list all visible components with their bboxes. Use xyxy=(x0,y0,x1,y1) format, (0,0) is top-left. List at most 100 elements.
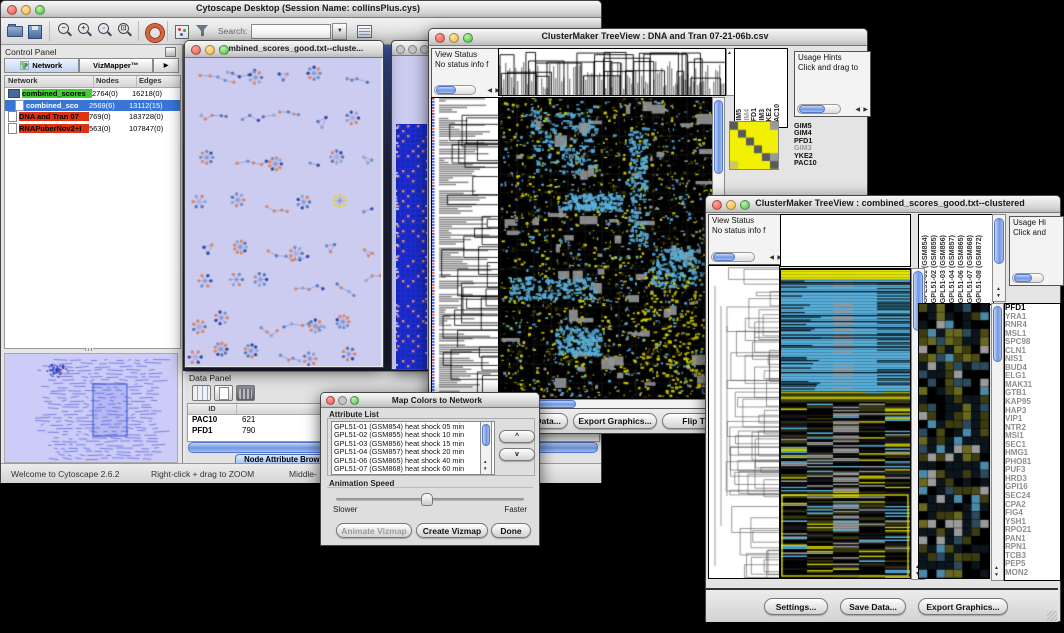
done-button[interactable]: Done xyxy=(491,523,531,538)
toolbar-separator xyxy=(167,21,168,41)
attribute-list-scrollbar[interactable]: ▲ ▼ xyxy=(480,421,492,475)
table-icon[interactable] xyxy=(192,385,211,401)
tv2-hints-scrollbar[interactable] xyxy=(1012,273,1044,283)
background-network-window[interactable] xyxy=(391,40,431,370)
tv2-gene-vscrollbar[interactable]: ▲ ▼ xyxy=(991,303,1004,581)
help-lifering-icon[interactable] xyxy=(144,22,162,40)
minimize-button[interactable] xyxy=(205,45,215,55)
tv1-heatmap-canvas[interactable] xyxy=(499,97,713,399)
col-edges[interactable]: Edges xyxy=(137,76,180,87)
minimize-button[interactable] xyxy=(408,45,417,54)
tv2-column-dendrogram-area[interactable] xyxy=(780,214,911,267)
network-tab-icon xyxy=(20,61,29,70)
zoom-button[interactable] xyxy=(35,5,45,15)
open-session-icon[interactable] xyxy=(6,22,24,40)
tv2-global-heatmap[interactable] xyxy=(780,268,911,579)
tv1-row-dendrogram[interactable] xyxy=(431,97,499,399)
tab-more-icon: ▶ xyxy=(164,62,169,69)
folder-icon xyxy=(8,89,20,98)
scroll-down-icon[interactable]: ▼ xyxy=(996,293,1001,299)
panel-resize-handle[interactable] xyxy=(85,348,93,351)
zoom-selected-icon[interactable]: ▫ xyxy=(95,22,113,40)
close-button[interactable] xyxy=(326,396,335,405)
slider-thumb[interactable] xyxy=(421,493,433,506)
tv2-labels-vscrollbar[interactable]: ▲ ▼ xyxy=(992,214,1006,302)
tab-vizmapper[interactable]: VizMapper™ xyxy=(79,58,154,73)
search-dropdown-arrow[interactable]: ▼ xyxy=(332,23,347,40)
zoom-button[interactable] xyxy=(219,45,229,55)
treeview1-title-bar[interactable]: ClusterMaker TreeView : DNA and Tran 07-… xyxy=(429,29,867,46)
treeview1-title: ClusterMaker TreeView : DNA and Tran 07-… xyxy=(453,31,857,41)
move-down-button[interactable]: v xyxy=(499,448,535,461)
scroll-right-icon[interactable]: ▶ xyxy=(863,107,868,113)
col-id[interactable]: ID xyxy=(188,404,237,414)
tv1-status-scrollbar[interactable] xyxy=(434,85,476,95)
tv1-hints-scrollbar[interactable] xyxy=(797,104,841,114)
close-button[interactable] xyxy=(396,45,405,54)
save-session-icon[interactable] xyxy=(26,22,44,40)
scroll-left-icon[interactable]: ◀ xyxy=(855,107,860,113)
control-panel-title: Control Panel xyxy=(5,47,57,57)
col-network[interactable]: Network xyxy=(5,76,94,87)
close-button[interactable] xyxy=(191,45,201,55)
close-button[interactable] xyxy=(435,33,445,43)
tv2-gene-labels: PFD1YRA1RNR4MSL1SPC98CLN1NIS1BUD4ELG1MAK… xyxy=(1004,303,1061,581)
attribute-list-item[interactable]: GPL51-07 (GSM868) heat shock 60 min xyxy=(334,465,492,473)
zoom-in-icon[interactable]: + xyxy=(75,22,93,40)
save-data-button[interactable]: Save Data... xyxy=(840,598,906,615)
tv2-row-dendrogram[interactable] xyxy=(708,265,780,579)
animate-vizmap-button[interactable]: Animate Vizmap xyxy=(336,523,412,538)
close-button[interactable] xyxy=(712,200,722,210)
search-input[interactable] xyxy=(251,24,331,39)
filter-icon[interactable] xyxy=(193,22,211,40)
minimize-button[interactable] xyxy=(449,33,459,43)
table-row-selected[interactable]: combined_sco 2569(6) 13112(15) xyxy=(5,100,180,112)
move-up-button[interactable]: ^ xyxy=(499,430,535,443)
minimize-button[interactable] xyxy=(726,200,736,210)
export-graphics-button[interactable]: Export Graphics... xyxy=(918,598,1008,615)
table-row[interactable]: combined_scores 2764(0) 16218(0) xyxy=(5,88,180,100)
main-title-bar[interactable]: Cytoscape Desktop (Session Name: collins… xyxy=(1,1,601,18)
table-row[interactable]: RNAPuberNov2+I 563(0) 107847(0) xyxy=(5,123,180,135)
create-vizmap-button[interactable]: Create Vizmap xyxy=(416,523,488,538)
tv2-zoom-heatmap[interactable] xyxy=(918,303,990,579)
table-row[interactable]: DNA and Tran 07 769(0) 183728(0) xyxy=(5,111,180,123)
column-label: GPL51-07 (GSM868) xyxy=(965,235,974,303)
minimize-button[interactable] xyxy=(21,5,31,15)
trash-icon[interactable] xyxy=(236,385,255,401)
network-title-bar[interactable]: combined_scores_good.txt--cluste... xyxy=(185,41,383,58)
usage-hints-text: Click and drag to xyxy=(798,63,867,73)
tv1-column-dendrogram[interactable] xyxy=(498,48,726,96)
annotation-icon[interactable] xyxy=(355,22,373,40)
scroll-down-icon[interactable]: ▼ xyxy=(483,466,487,472)
scroll-left-icon[interactable]: ◀ xyxy=(487,88,492,94)
new-attribute-icon[interactable] xyxy=(214,385,233,401)
network-canvas[interactable] xyxy=(185,58,381,366)
close-button[interactable] xyxy=(7,5,17,15)
zoom-button[interactable] xyxy=(350,396,359,405)
dialog-title-bar[interactable]: Map Colors to Network xyxy=(321,393,539,408)
grid-network-view[interactable] xyxy=(392,56,430,369)
scroll-down-icon[interactable]: ▼ xyxy=(994,572,999,578)
minimize-button[interactable] xyxy=(338,396,347,405)
settings-button[interactable]: Settings... xyxy=(764,598,828,615)
float-panel-icon[interactable] xyxy=(165,47,176,57)
tab-network[interactable]: Network xyxy=(4,58,79,73)
scroll-up-icon[interactable]: ▲ xyxy=(994,565,999,571)
tab-overflow-button[interactable]: ▶ xyxy=(153,58,179,73)
tv1-zoom-matrix[interactable] xyxy=(729,121,779,170)
resize-grip[interactable] xyxy=(1047,611,1057,621)
scroll-up-icon[interactable]: ▲ xyxy=(996,286,1001,292)
zoom-out-icon[interactable]: − xyxy=(55,22,73,40)
tv2-status-scrollbar[interactable] xyxy=(711,252,755,262)
network-overview-canvas[interactable] xyxy=(4,353,178,463)
scroll-up-icon[interactable]: ▲ xyxy=(483,459,487,465)
vizmapper-icon[interactable] xyxy=(173,22,191,40)
scroll-left-icon[interactable]: ◀ xyxy=(769,255,774,261)
col-nodes[interactable]: Nodes xyxy=(94,76,137,87)
treeview2-title-bar[interactable]: ClusterMaker TreeView : combined_scores_… xyxy=(706,196,1060,213)
zoom-button[interactable] xyxy=(463,33,473,43)
export-graphics-button[interactable]: Export Graphics... xyxy=(573,413,657,429)
zoom-fit-icon[interactable]: ⊡ xyxy=(115,22,133,40)
zoom-button[interactable] xyxy=(740,200,750,210)
